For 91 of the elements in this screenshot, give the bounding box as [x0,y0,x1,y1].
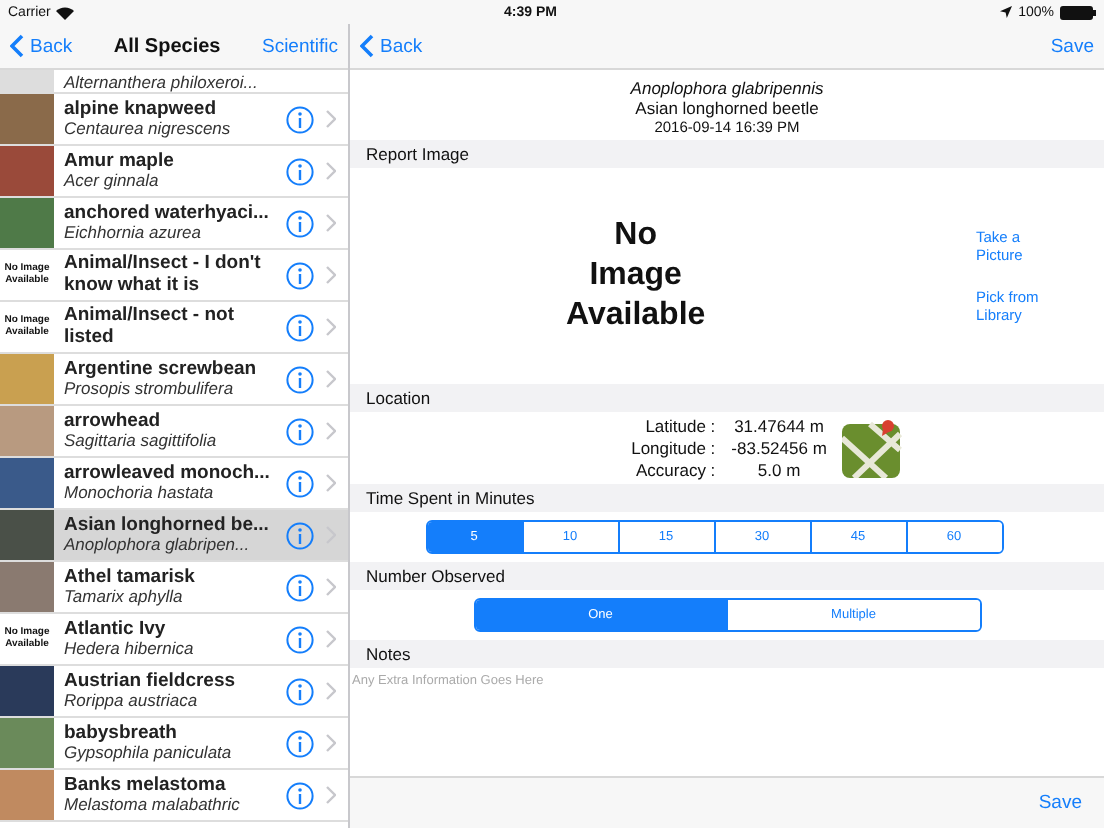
back-button[interactable]: Back [10,34,73,58]
save-button[interactable]: Save [1038,792,1082,814]
species-name: Atlantic Ivy [64,619,168,641]
battery-icon [1060,5,1096,19]
species-row[interactable]: arrowhead Sagittaria sagittifolia [0,406,348,458]
species-name: babysbreath [64,723,179,745]
coordinate-value: -83.52456 m [731,438,827,460]
list-title: All Species [113,35,221,57]
chevron-right-icon [326,266,336,284]
scientific-name: Anoplophora glabripennis [630,78,824,99]
section-header: Number Observed [350,562,1104,591]
species-name: arrowleaved monoch... [64,463,272,485]
info-icon[interactable] [286,417,314,445]
info-icon[interactable] [286,209,314,237]
info-icon[interactable] [286,677,314,705]
coordinate-value: 31.47644 m [732,416,826,438]
scientific-button[interactable]: Scientific [261,35,338,57]
species-name: Banks melastoma [64,775,228,797]
coordinate-label: Longitude : [631,438,716,460]
info-icon[interactable] [286,313,314,341]
coordinate-value: 5.0 m [755,459,803,481]
chevron-right-icon [326,682,336,700]
location-arrow-icon [1000,6,1013,18]
species-name: Austrian fieldcress [64,671,238,693]
species-name: arrowhead [64,411,163,433]
species-row[interactable]: alpine knapweed Centaurea nigrescens [0,94,348,146]
chevron-right-icon [326,422,336,440]
scientific-name: Acer ginnala [64,172,161,191]
chevron-right-icon [326,734,336,752]
info-icon[interactable] [286,261,314,289]
info-icon[interactable] [286,625,314,653]
species-row[interactable]: Asian longhorned be... Anoplophora glabripen... [0,510,348,562]
species-row[interactable]: Athel tamarisk Tamarix aphylla [0,562,348,614]
chevron-right-icon [326,370,336,388]
info-icon[interactable] [286,729,314,757]
save-button[interactable]: Save [1050,35,1094,57]
species-name: Argentine screwbean [64,359,259,381]
common-name: Asian longhorned beetle [635,98,819,119]
scientific-name: Monochoria hastata [64,484,216,503]
species-row[interactable]: babysbreath Gypsophila paniculata [0,718,348,770]
info-icon[interactable] [286,157,314,185]
scientific-name: Anoplophora glabripen... [64,536,252,555]
info-icon[interactable] [286,469,314,497]
scientific-name: Hedera hibernica [64,640,196,659]
chevron-right-icon [326,474,336,492]
scientific-name: Gypsophila paniculata [64,744,234,763]
species-row[interactable]: Austrian fieldcress Rorippa austriaca [0,666,348,718]
info-icon[interactable] [286,365,314,393]
info-icon[interactable] [286,105,314,133]
scientific-name: Tamarix aphylla [64,588,185,607]
species-name: Asian longhorned be... [64,515,271,537]
species-row[interactable]: anchored waterhyaci... Eichhornia azurea [0,198,348,250]
species-name: Amur maple [64,151,176,173]
chevron-left-icon [360,34,374,58]
chevron-right-icon [326,630,336,648]
species-row[interactable]: arrowleaved monoch... Monochoria hastata [0,458,348,510]
section-header: Notes [350,640,1104,669]
species-row[interactable]: Argentine screwbean Prosopis strombulifera [0,354,348,406]
section-header: Time Spent in Minutes [350,484,1104,513]
species-name: Athel tamarisk [64,567,197,589]
info-icon[interactable] [286,521,314,549]
scientific-name: Eichhornia azurea [64,224,204,243]
section-header: Location [350,384,1104,413]
chevron-right-icon [326,318,336,336]
scientific-name: Sagittaria sagittifolia [64,432,219,451]
scientific-name: Centaurea nigrescens [64,120,233,139]
back-button[interactable]: Back [360,34,423,58]
species-name: alpine knapweed [64,99,219,121]
scientific-name: Rorippa austriaca [64,692,200,711]
chevron-right-icon [326,786,336,804]
scientific-name: Prosopis strombulifera [64,380,236,399]
no-image-notice: No Image Available [566,216,706,337]
scientific-name: Melastoma malabathric [64,796,242,815]
map-pin-icon[interactable] [842,418,903,479]
wifi-icon [56,5,75,19]
chevron-right-icon [326,110,336,128]
coordinate-label: Latitude : [643,416,716,438]
species-row[interactable]: Banks melastoma Melastoma malabathric [0,770,348,822]
chevron-left-icon [10,34,24,58]
section-header: Report Image [350,140,1104,169]
species-name: Animal/Insect - I don't know what it is [64,254,263,296]
chevron-right-icon [326,578,336,596]
info-icon[interactable] [286,781,314,809]
species-row[interactable]: Amur maple Acer ginnala [0,146,348,198]
chevron-right-icon [326,214,336,232]
chevron-right-icon [326,162,336,180]
info-icon[interactable] [286,573,314,601]
species-name: Animal/Insect - not listed [64,306,236,348]
species-name: anchored waterhyaci... [64,203,271,225]
coordinate-label: Accuracy : [633,459,716,481]
scientific-name: Alternanthera philoxeroi... [61,71,258,91]
